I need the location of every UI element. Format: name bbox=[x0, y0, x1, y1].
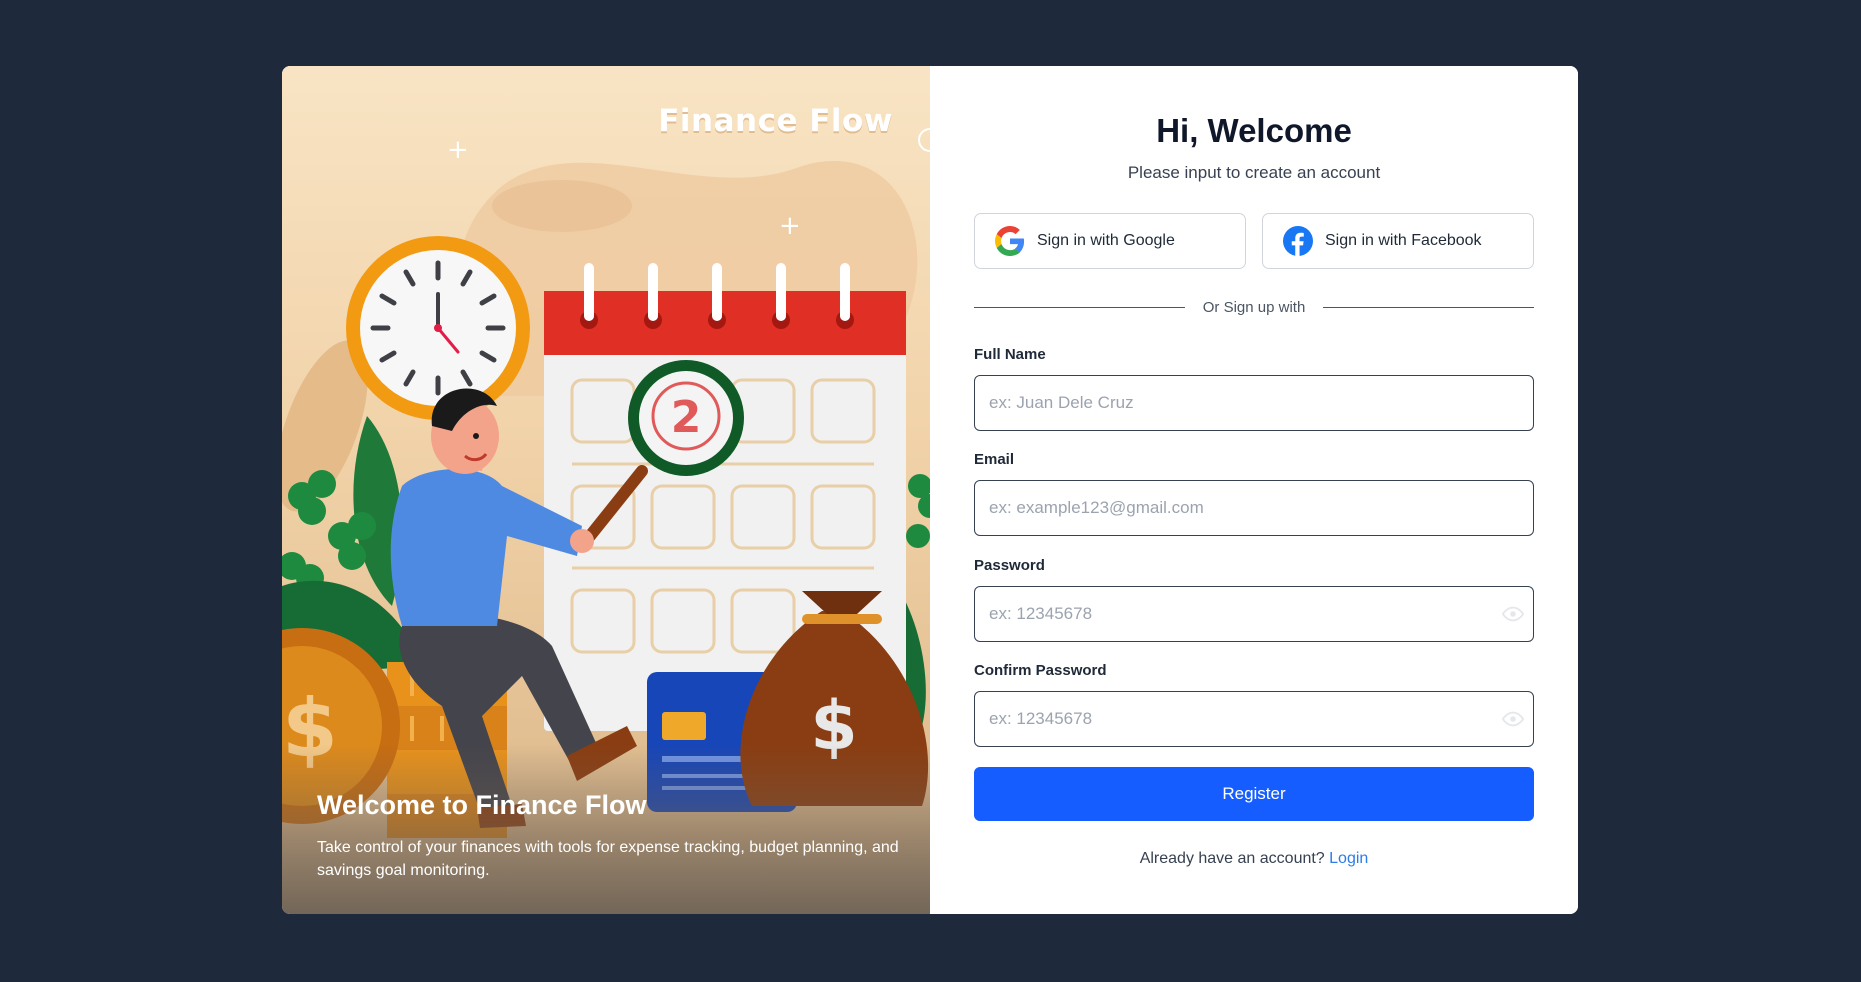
bg-cloud bbox=[492, 180, 632, 232]
sparkle-icon: + bbox=[779, 211, 801, 241]
register-button[interactable]: Register bbox=[974, 767, 1534, 821]
google-signin-button[interactable]: Sign in with Google bbox=[974, 213, 1246, 269]
register-form-panel: Hi, Welcome Please input to create an ac… bbox=[930, 66, 1578, 914]
full-name-label: Full Name bbox=[974, 346, 1046, 363]
divider-line bbox=[974, 306, 1185, 308]
email-input[interactable] bbox=[974, 480, 1534, 536]
login-link[interactable]: Login bbox=[1329, 850, 1368, 867]
divider-line bbox=[1323, 306, 1535, 308]
facebook-logo-icon bbox=[1283, 226, 1313, 256]
form-subheading: Please input to create an account bbox=[1127, 163, 1381, 182]
brand-logo-text: Finance Flow bbox=[658, 103, 893, 139]
eye-icon[interactable] bbox=[1502, 708, 1524, 730]
login-prompt-row: Already have an account? Login bbox=[930, 850, 1578, 868]
clock-illustration bbox=[346, 236, 530, 420]
facebook-signin-button[interactable]: Sign in with Facebook bbox=[1262, 213, 1534, 269]
login-prompt-text: Already have an account? bbox=[1139, 850, 1325, 867]
hero-title: Welcome to Finance Flow bbox=[317, 790, 647, 820]
hero-bottom-fade bbox=[282, 744, 930, 914]
sparkle-ring bbox=[918, 128, 930, 152]
google-signin-label: Sign in with Google bbox=[1037, 232, 1175, 249]
or-divider: Or Sign up with bbox=[974, 297, 1535, 317]
eye-icon[interactable] bbox=[1502, 603, 1524, 625]
clover-leaves-right bbox=[906, 474, 930, 548]
facebook-signin-label: Sign in with Facebook bbox=[1325, 232, 1482, 249]
register-card: + + 2 $ $ Finance Flow Welcome to Financ… bbox=[282, 66, 1578, 914]
full-name-input[interactable] bbox=[974, 375, 1534, 431]
email-label: Email bbox=[974, 451, 1015, 468]
confirm-password-input[interactable] bbox=[974, 691, 1534, 747]
sparkle-icon: + bbox=[447, 135, 469, 165]
calendar-day-badge: 2 bbox=[671, 392, 702, 443]
form-heading: Hi, Welcome bbox=[1156, 112, 1352, 149]
divider-text: Or Sign up with bbox=[1202, 298, 1306, 316]
password-label: Password bbox=[974, 557, 1045, 574]
google-logo-icon bbox=[995, 226, 1025, 256]
hero-panel: + + 2 $ $ Finance Flow Welcome to Financ… bbox=[282, 66, 930, 914]
hero-description: Take control of your finances with tools… bbox=[317, 839, 899, 879]
confirm-password-label: Confirm Password bbox=[974, 662, 1107, 679]
password-input[interactable] bbox=[974, 586, 1534, 642]
